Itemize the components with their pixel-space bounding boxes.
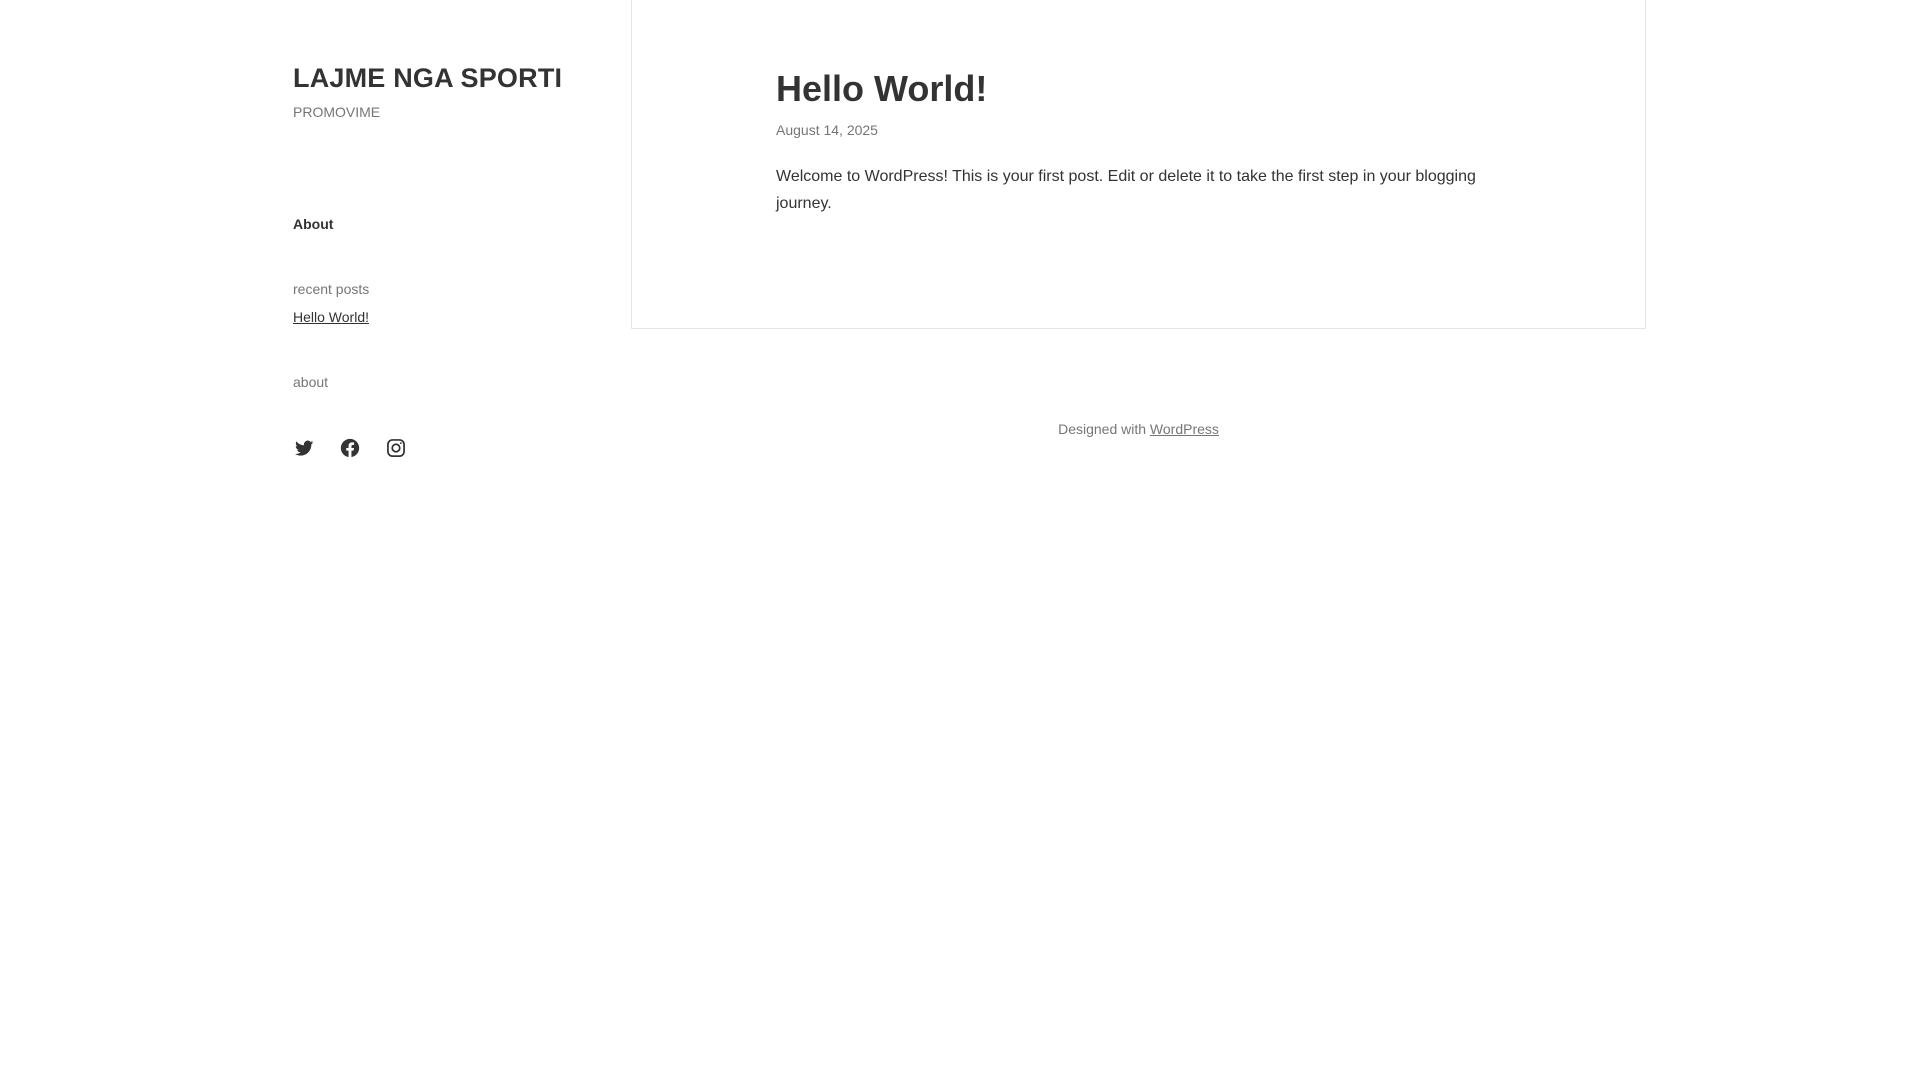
nav-item-about[interactable]: About bbox=[293, 216, 333, 232]
facebook-icon[interactable] bbox=[339, 437, 361, 459]
post-title[interactable]: Hello World! bbox=[776, 68, 987, 110]
instagram-icon[interactable] bbox=[385, 437, 407, 459]
about-widget-title: about bbox=[293, 374, 329, 390]
post-card: Hello World! August 14, 2025 Welcome to … bbox=[631, 0, 1646, 329]
recent-post-link[interactable]: Hello World! bbox=[293, 309, 369, 325]
footer-wordpress-link[interactable]: WordPress bbox=[1150, 421, 1219, 437]
social-links bbox=[293, 437, 407, 459]
site-title[interactable]: LAJME NGA SPORTI bbox=[293, 63, 562, 94]
site-tagline: PROMOVIME bbox=[293, 104, 381, 120]
site-footer: Designed with WordPress bbox=[631, 421, 1646, 437]
footer-credit: Designed with bbox=[1058, 421, 1147, 437]
post-body: Welcome to WordPress! This is your first… bbox=[776, 168, 1476, 212]
recent-posts-title: recent posts bbox=[293, 281, 370, 297]
twitter-icon[interactable] bbox=[293, 437, 315, 459]
post-date[interactable]: August 14, 2025 bbox=[776, 122, 878, 138]
